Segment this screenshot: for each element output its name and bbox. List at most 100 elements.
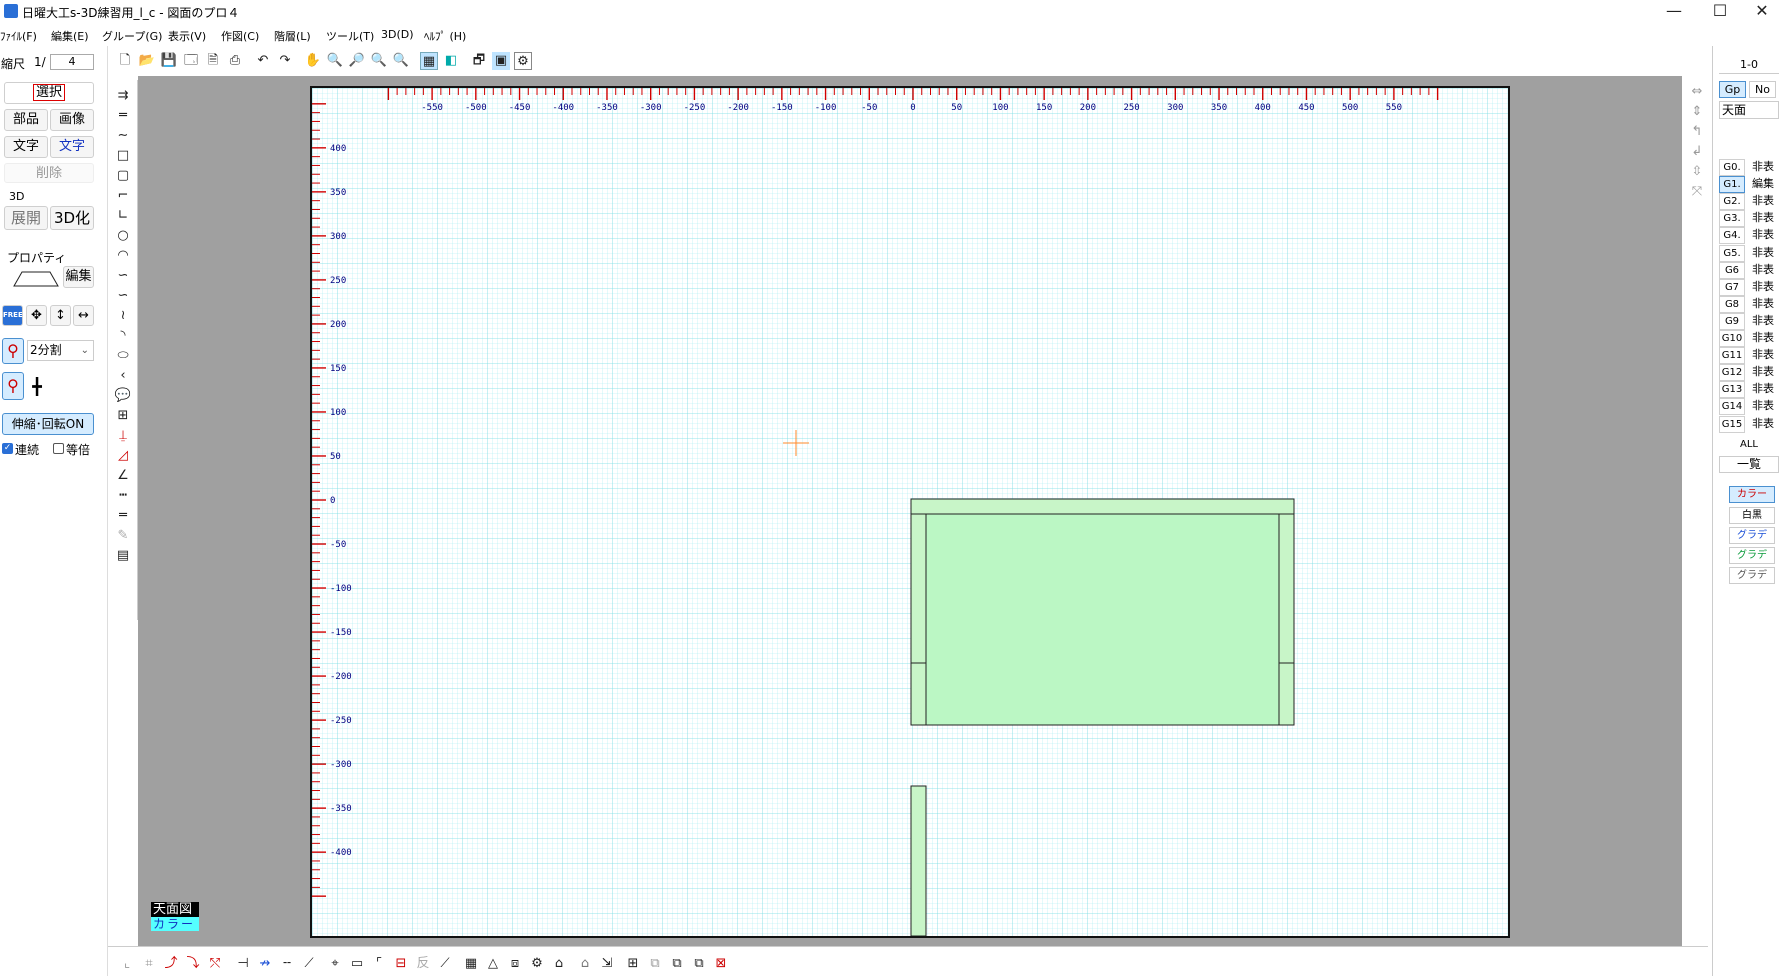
continuous-checkbox[interactable]: ✓: [2, 443, 13, 454]
menu-file[interactable]: ﾌｧｲﾙ(F): [0, 28, 37, 44]
group-state[interactable]: 非表: [1747, 227, 1779, 244]
group-state[interactable]: 非表: [1747, 364, 1779, 381]
color-mode-button[interactable]: カラー: [1729, 486, 1775, 503]
zoom-in-icon[interactable]: 🔍: [326, 52, 344, 70]
snap-end-icon[interactable]: ⌞: [118, 955, 136, 973]
group-state[interactable]: 非表: [1747, 262, 1779, 279]
group-row[interactable]: G0. 非表: [1719, 159, 1779, 177]
text-vertical-button[interactable]: 文字: [50, 136, 94, 158]
zoom-fit-icon[interactable]: 🔍: [392, 52, 410, 70]
save-icon[interactable]: 💾: [160, 52, 178, 70]
grid-table-icon[interactable]: ▦: [462, 955, 480, 973]
center-mark-icon[interactable]: ⌖: [326, 955, 344, 973]
gradient-1-button[interactable]: グラデ: [1729, 527, 1775, 544]
frame-icon[interactable]: ⧈: [506, 955, 524, 973]
corner-rect-icon[interactable]: ⌐: [114, 188, 132, 204]
zoom-area-icon[interactable]: 🔎: [348, 52, 366, 70]
snap-magnet-icon[interactable]: ⚲: [2, 338, 24, 364]
group-state[interactable]: 非表: [1747, 416, 1779, 433]
group-row[interactable]: G1. 編集: [1719, 176, 1779, 194]
line-arrow-icon[interactable]: ↛: [256, 955, 274, 973]
scale-icon[interactable]: ⇳: [1688, 164, 1706, 180]
group-state[interactable]: 非表: [1747, 296, 1779, 313]
mono-mode-button[interactable]: 白黒: [1729, 507, 1775, 524]
maximize-button[interactable]: ☐: [1697, 0, 1743, 24]
double-solid-line-icon[interactable]: ═: [114, 508, 132, 524]
window-icon[interactable]: 🗗: [470, 52, 488, 70]
group-row[interactable]: G11 非表: [1719, 347, 1779, 365]
redo-icon[interactable]: ↷: [276, 52, 294, 70]
drawing-surface[interactable]: -550 -500 -450 -400 -350 -300 -250 -200 -150 -100…: [312, 88, 1508, 936]
move-vertical-icon[interactable]: ↕: [50, 305, 71, 326]
group-row[interactable]: G9 非表: [1719, 312, 1779, 331]
group-id[interactable]: G6: [1719, 261, 1745, 279]
property-edit-button[interactable]: 編集: [63, 266, 94, 288]
settings-icon[interactable]: ⚙: [514, 52, 532, 70]
free-mode-button[interactable]: FREE: [2, 305, 23, 326]
snap-cross-point-icon[interactable]: ⤲: [206, 955, 224, 973]
group-id[interactable]: G0.: [1719, 159, 1745, 176]
rotate-right-icon[interactable]: ↲: [1688, 144, 1706, 160]
snap-arc-icon[interactable]: ⤵: [184, 955, 202, 973]
group-state[interactable]: 非表: [1747, 381, 1779, 398]
stack-icon[interactable]: ⊞: [624, 955, 642, 973]
gear-pattern-icon[interactable]: ⚙: [528, 955, 546, 973]
double-line-arrow-icon[interactable]: ⇉: [114, 88, 132, 104]
line-t-icon[interactable]: ⊣: [234, 955, 252, 973]
invert-icon[interactable]: 反: [414, 955, 432, 973]
part-table-top[interactable]: [910, 498, 1295, 726]
save-as-icon[interactable]: 🗔: [182, 52, 200, 70]
rotate-left-icon[interactable]: ↰: [1688, 124, 1706, 140]
menu-view[interactable]: 表示(V): [168, 28, 206, 44]
angle-dimension-icon[interactable]: ◿: [114, 448, 132, 464]
menu-layer[interactable]: 階層(L): [274, 28, 311, 44]
bring-front-icon[interactable]: ⧉: [646, 955, 664, 973]
group-id[interactable]: G2.: [1719, 193, 1745, 211]
print-preview-icon[interactable]: 🗎: [204, 52, 222, 70]
dash-line-icon[interactable]: ┅: [114, 488, 132, 504]
group-row[interactable]: G10 非表: [1719, 330, 1779, 348]
stamp-icon[interactable]: ⌂: [550, 955, 568, 973]
expand-all-icon[interactable]: ⤧: [1688, 184, 1706, 200]
text-button[interactable]: 文字: [4, 136, 48, 158]
menu-edit[interactable]: 編集(E): [51, 28, 89, 44]
group-id[interactable]: G3.: [1719, 210, 1745, 228]
spline-icon[interactable]: ∽: [114, 268, 132, 284]
print-icon[interactable]: ⎙: [226, 52, 244, 70]
zoom-out-icon[interactable]: 🔍: [370, 52, 388, 70]
group-row[interactable]: G4. 非表: [1719, 227, 1779, 245]
list-button[interactable]: 一覧: [1719, 456, 1779, 473]
group-id[interactable]: G15: [1719, 415, 1745, 433]
gradient-2-button[interactable]: グラデ: [1729, 547, 1775, 564]
ellipse-icon[interactable]: ⬭: [114, 348, 132, 364]
pen-icon[interactable]: ✎: [114, 528, 132, 544]
view-select[interactable]: 天面: [1719, 101, 1779, 119]
snap-cross-icon[interactable]: ╋: [26, 374, 48, 400]
hatch-icon[interactable]: ▤: [114, 548, 132, 564]
menu-3d[interactable]: 3D(D): [381, 28, 414, 41]
minimize-button[interactable]: —: [1651, 0, 1697, 24]
group-id[interactable]: G5.: [1719, 244, 1745, 262]
send-back-icon[interactable]: ⧉: [668, 955, 686, 973]
close-button[interactable]: ✕: [1739, 0, 1785, 24]
rectangle-icon[interactable]: □: [114, 148, 132, 164]
group-row[interactable]: G14 非表: [1719, 398, 1779, 416]
menu-help[interactable]: ﾍﾙﾌﾟ (H): [424, 28, 466, 44]
snap-grid-icon[interactable]: ⌗: [140, 955, 158, 973]
menu-tools[interactable]: ツール(T): [326, 28, 374, 44]
slash-icon[interactable]: ⟋: [436, 955, 454, 973]
duplicate-icon[interactable]: ⧉: [690, 955, 708, 973]
group-row[interactable]: G15 非表: [1719, 415, 1779, 434]
group-state[interactable]: 非表: [1747, 210, 1779, 227]
part-board[interactable]: [910, 785, 927, 936]
spline-2-icon[interactable]: ∽: [114, 288, 132, 304]
group-id[interactable]: G11: [1719, 347, 1745, 365]
window-frame-icon[interactable]: ⊟: [392, 955, 410, 973]
menu-draw[interactable]: 作図(C): [221, 28, 259, 44]
arc-2-icon[interactable]: ◝: [114, 328, 132, 344]
open-folder-icon[interactable]: 📂: [138, 52, 156, 70]
group-id[interactable]: G13: [1719, 381, 1745, 399]
move-horizontal-icon[interactable]: ↔: [73, 305, 94, 326]
snap-line-icon[interactable]: ⤴: [162, 955, 180, 973]
group-row[interactable]: G3. 非表: [1719, 210, 1779, 228]
